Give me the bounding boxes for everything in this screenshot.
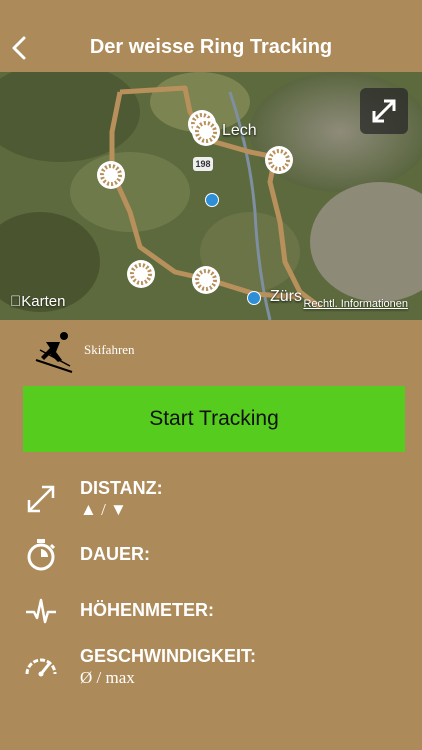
start-tracking-button[interactable]: Start Tracking	[23, 386, 405, 452]
stat-distance: DISTANZ: ▲ / ▼	[0, 478, 422, 538]
waypoint-marker[interactable]	[265, 146, 293, 174]
page-title: Der weisse Ring Tracking	[89, 36, 333, 58]
expand-map-button[interactable]	[360, 88, 408, 134]
duration-label: DAUER:	[80, 544, 150, 564]
diagonal-arrows-icon	[27, 485, 55, 513]
activity-label: Skifahren	[84, 342, 135, 357]
distance-up-down: ▲ / ▼	[80, 500, 127, 519]
waypoint-marker[interactable]	[97, 161, 125, 189]
expand-arrows-icon	[372, 99, 396, 123]
speedometer-icon	[25, 658, 57, 677]
stat-speed: GESCHWINDIGKEIT: Ø / max	[0, 644, 422, 704]
apple-logo-icon: 	[10, 293, 21, 310]
pulse-icon	[26, 598, 56, 624]
distance-label: DISTANZ:	[80, 478, 163, 498]
stopwatch-icon	[27, 539, 56, 571]
waypoint-markers	[97, 110, 293, 294]
skier-icon	[35, 332, 73, 373]
waypoint-marker[interactable]	[192, 266, 220, 294]
activity-type: Skifahren	[32, 330, 392, 376]
legal-info-link[interactable]: Rechtl. Informationen	[303, 298, 408, 310]
waypoint-marker[interactable]	[192, 118, 220, 146]
stat-elevation: HÖHENMETER:	[0, 592, 422, 632]
navigation-bar: Der weisse Ring Tracking	[0, 0, 422, 72]
map-attribution: Karten	[10, 293, 65, 310]
speed-label: GESCHWINDIGKEIT:	[80, 646, 257, 666]
route-map[interactable]: 198 Lech Zürs Karten Rechtl. Informatio…	[0, 72, 422, 320]
stat-duration: DAUER:	[0, 538, 422, 578]
waypoint-marker[interactable]	[127, 260, 155, 288]
speed-avg-max: Ø / max	[80, 668, 135, 687]
elevation-label: HÖHENMETER:	[80, 600, 214, 620]
